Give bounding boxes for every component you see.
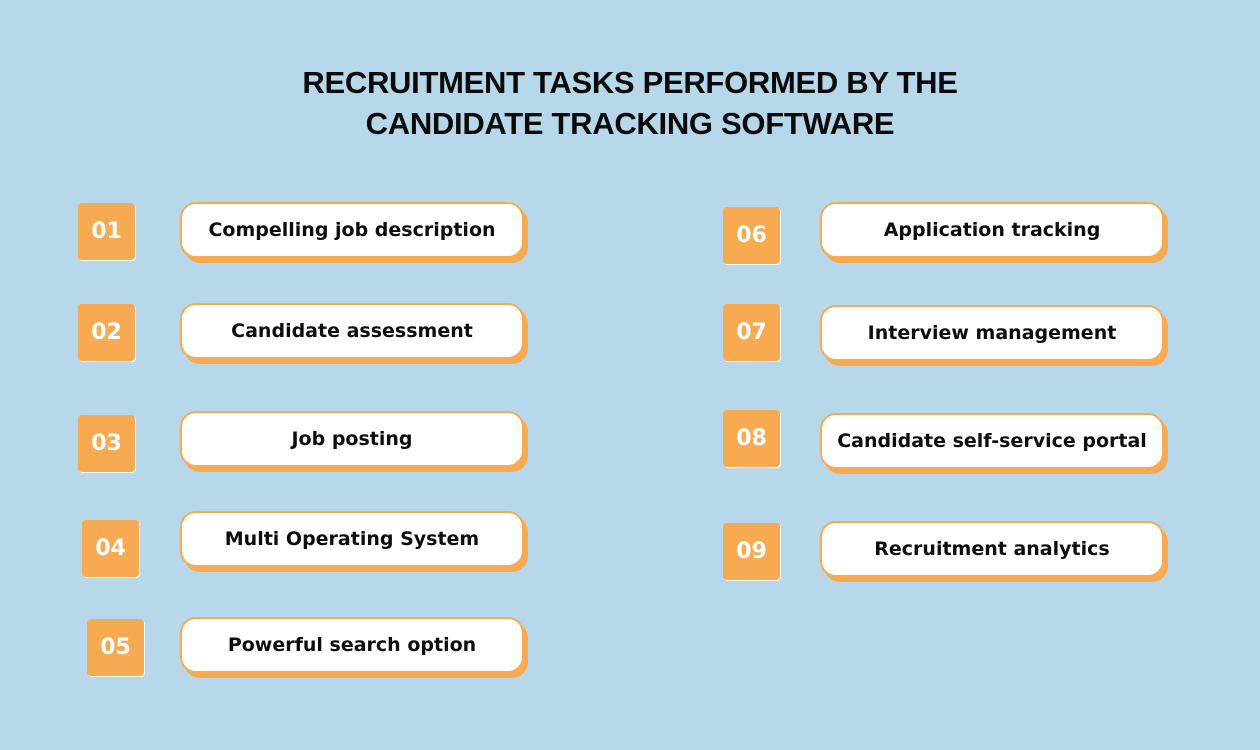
task-number-badge: 01 <box>78 203 135 260</box>
task-number-badge: 09 <box>723 523 780 580</box>
title-line-2: CANDIDATE TRACKING SOFTWARE <box>365 106 895 141</box>
task-number-badge: 03 <box>78 415 135 472</box>
task-card: Interview management <box>820 305 1164 361</box>
infographic-title: RECRUITMENT TASKS PERFORMED BY THE CANDI… <box>0 62 1260 144</box>
task-number-badge: 02 <box>78 304 135 361</box>
task-card: Multi Operating System <box>180 511 524 567</box>
task-number-badge: 05 <box>87 619 144 676</box>
task-card: Job posting <box>180 411 524 467</box>
task-number-badge: 08 <box>723 410 780 467</box>
task-card: Candidate assessment <box>180 303 524 359</box>
task-card: Application tracking <box>820 202 1164 258</box>
title-line-1: RECRUITMENT TASKS PERFORMED BY THE <box>302 65 958 100</box>
task-card: Candidate self-service portal <box>820 413 1164 469</box>
task-number-badge: 06 <box>723 207 780 264</box>
task-card: Recruitment analytics <box>820 521 1164 577</box>
task-number-badge: 04 <box>82 520 139 577</box>
task-card: Powerful search option <box>180 617 524 673</box>
task-number-badge: 07 <box>723 304 780 361</box>
task-card: Compelling job description <box>180 202 524 258</box>
